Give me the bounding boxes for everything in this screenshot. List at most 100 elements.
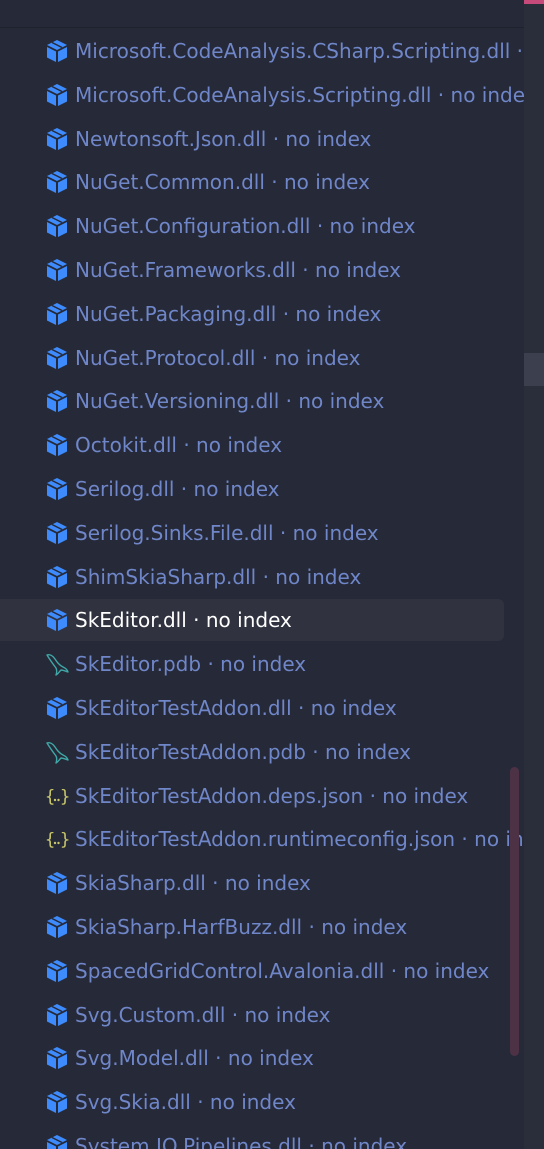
separator-dot: ·: [271, 170, 278, 195]
separator-dot: ·: [316, 214, 324, 239]
file-tree-item[interactable]: SkEditor.pdb · no index: [0, 642, 524, 686]
index-status: no index: [329, 214, 416, 239]
svg-text:}: }: [60, 830, 70, 850]
editor-scrollbar-thumb[interactable]: [524, 353, 544, 386]
file-label: NuGet.Configuration.dll · no index: [75, 214, 416, 238]
separator-dot: ·: [215, 1046, 222, 1071]
index-status: no index: [209, 1090, 296, 1115]
separator-dot: ·: [308, 1133, 315, 1149]
file-tree-item[interactable]: SkiaSharp.HarfBuzz.dll · no index: [0, 905, 524, 949]
dll-package-icon: [44, 607, 70, 633]
file-label: NuGet.Packaging.dll · no index: [75, 302, 381, 326]
file-name: NuGet.Packaging.dll: [75, 301, 277, 326]
file-tree-item[interactable]: ShimSkiaSharp.dll · no index: [0, 555, 524, 599]
file-tree-item[interactable]: System.IO.Pipelines.dll · no index: [0, 1124, 524, 1149]
index-status: no index: [292, 520, 379, 545]
file-label: Serilog.dll · no index: [75, 477, 280, 501]
dll-package-icon: [44, 1133, 70, 1149]
file-tree-item[interactable]: SkEditor.dll · no index: [0, 598, 524, 642]
file-name: SkEditorTestAddon.runtimeconfig.json: [75, 827, 456, 852]
file-name: Svg.Custom.dll: [75, 1002, 226, 1027]
file-name: NuGet.Versioning.dll: [75, 389, 280, 414]
index-status: no index: [403, 958, 490, 983]
file-name: SkEditor.pdb: [75, 652, 202, 677]
file-tree-item[interactable]: Serilog.Sinks.File.dll · no index: [0, 511, 524, 555]
separator-dot: ·: [272, 126, 280, 151]
json-braces-icon: {}: [44, 783, 70, 809]
file-label: SpacedGridControl.Avalonia.dll · no inde…: [75, 959, 489, 983]
file-tree-item[interactable]: NuGet.Common.dll · no index: [0, 160, 524, 204]
separator-dot: ·: [212, 871, 219, 896]
file-label: SkEditorTestAddon.pdb · no index: [75, 740, 411, 764]
file-tree-item[interactable]: SkiaSharp.dll · no index: [0, 861, 524, 905]
separator-dot: ·: [390, 958, 398, 983]
separator-dot: ·: [461, 827, 468, 852]
file-tree-item[interactable]: SpacedGridControl.Avalonia.dll · no inde…: [0, 949, 524, 993]
file-tree-item[interactable]: NuGet.Configuration.dll · no index: [0, 204, 524, 248]
file-tree-item[interactable]: Serilog.dll · no index: [0, 467, 524, 511]
dll-package-icon: [44, 564, 70, 590]
index-status: no index: [295, 301, 382, 326]
file-name: NuGet.Frameworks.dll: [75, 257, 296, 282]
separator-dot: ·: [262, 564, 269, 589]
file-tree-item[interactable]: {} SkEditorTestAddon.runtimeconfig.json ·…: [0, 817, 524, 861]
dll-package-icon: [44, 82, 70, 108]
file-label: NuGet.Frameworks.dll · no index: [75, 258, 401, 282]
file-tree-item[interactable]: Newtonsoft.Json.dll · no index: [0, 117, 524, 161]
file-tree-item[interactable]: Microsoft.CodeAnalysis.CSharp.Scripting.…: [0, 29, 524, 73]
file-name: SkEditorTestAddon.deps.json: [75, 783, 364, 808]
file-tree-item[interactable]: Svg.Skia.dll · no index: [0, 1080, 524, 1124]
pdb-dolphin-icon: [44, 739, 70, 765]
file-tree-item[interactable]: Svg.Model.dll · no index: [0, 1036, 524, 1080]
separator-dot: ·: [312, 739, 319, 764]
file-label: SkEditorTestAddon.dll · no index: [75, 696, 397, 720]
dll-package-icon: [44, 432, 70, 458]
dll-package-icon: [44, 695, 70, 721]
index-status: no index: [382, 783, 469, 808]
dll-package-icon: [44, 38, 70, 64]
separator-dot: ·: [282, 301, 290, 326]
dll-package-icon: [44, 1002, 70, 1028]
index-status: no index: [285, 126, 372, 151]
file-tree-item[interactable]: NuGet.Packaging.dll · no index: [0, 292, 524, 336]
file-label: SkEditor.dll · no index: [75, 608, 292, 632]
separator-dot: ·: [369, 783, 376, 808]
file-tree-item[interactable]: SkEditorTestAddon.pdb · no index: [0, 730, 524, 774]
separator-dot: ·: [302, 257, 309, 282]
editor-scrollbar-track[interactable]: [524, 0, 544, 1149]
file-list-scrollbar-thumb[interactable]: [510, 767, 519, 1056]
file-tree-item[interactable]: Microsoft.CodeAnalysis.Scripting.dll · n…: [0, 73, 524, 117]
dll-package-icon: [44, 476, 70, 502]
scrollbar-accent-marker: [524, 0, 544, 4]
file-name: SkEditor.dll: [75, 608, 187, 633]
file-tree-item[interactable]: SkEditorTestAddon.dll · no index: [0, 686, 524, 730]
svg-text:{: {: [45, 830, 55, 850]
dll-package-icon: [44, 301, 70, 327]
file-tree-item[interactable]: NuGet.Frameworks.dll · no index: [0, 248, 524, 292]
index-status: no index: [224, 871, 311, 896]
file-label: NuGet.Versioning.dll · no index: [75, 389, 384, 413]
file-label: SkEditorTestAddon.deps.json · no index: [75, 784, 468, 808]
file-name: SkEditorTestAddon.dll: [75, 695, 292, 720]
file-tree-item[interactable]: NuGet.Protocol.dll · no index: [0, 336, 524, 380]
file-label: SkiaSharp.HarfBuzz.dll · no index: [75, 915, 407, 939]
file-name: Octokit.dll: [75, 433, 177, 458]
file-tree-item[interactable]: {} SkEditorTestAddon.deps.json · no index: [0, 774, 524, 818]
file-tree-item[interactable]: Octokit.dll · no index: [0, 423, 524, 467]
dll-package-icon: [44, 520, 70, 546]
file-label: Microsoft.CodeAnalysis.CSharp.Scripting.…: [75, 39, 524, 63]
separator-dot: ·: [261, 345, 269, 370]
file-tree-item[interactable]: NuGet.Versioning.dll · no index: [0, 379, 524, 423]
file-name: NuGet.Protocol.dll: [75, 345, 256, 370]
separator-dot: ·: [183, 433, 190, 458]
pdb-dolphin-icon: [44, 651, 70, 677]
file-name: System.IO.Pipelines.dll: [75, 1133, 302, 1149]
file-label: SkEditor.pdb · no index: [75, 652, 306, 676]
dll-package-icon: [44, 1045, 70, 1071]
file-name: Svg.Skia.dll: [75, 1090, 191, 1115]
file-tree-item[interactable]: Svg.Custom.dll · no index: [0, 993, 524, 1037]
index-status: no index: [220, 652, 307, 677]
index-status: no index: [193, 476, 280, 501]
separator-dot: ·: [197, 1090, 204, 1115]
file-label: SkEditorTestAddon.runtimeconfig.json · n…: [75, 827, 524, 851]
